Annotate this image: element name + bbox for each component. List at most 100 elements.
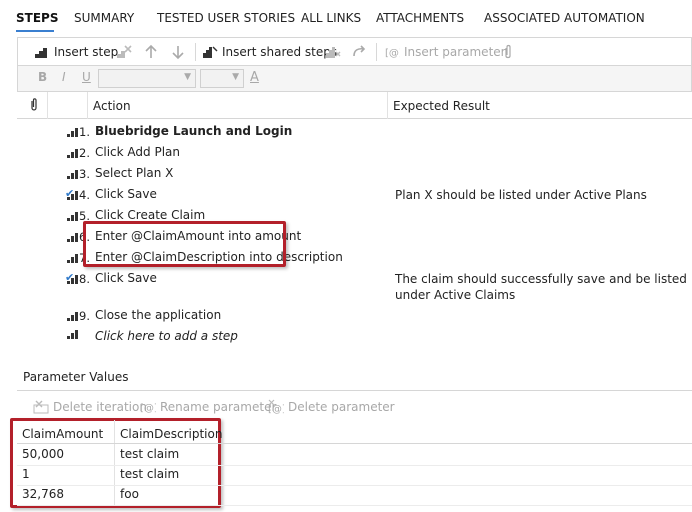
delete-iteration-button[interactable]: Delete iteration — [33, 396, 147, 418]
checkmark-icon: ✔ — [65, 186, 75, 200]
step-icon — [67, 148, 78, 158]
step-number-label: 9. — [79, 309, 90, 323]
parameter-values-title: Parameter Values — [23, 370, 129, 384]
rename-parameter-button[interactable]: [@] Rename parameter — [140, 396, 276, 418]
move-down-button[interactable] — [170, 38, 186, 65]
highlight-parameter-steps — [83, 221, 286, 267]
parameter-toolbar: Delete iteration [@] Rename parameter [@… — [17, 396, 692, 418]
step-icon — [67, 232, 78, 242]
svg-text:[@]: [@] — [268, 404, 284, 415]
insert-step-button[interactable]: Insert step — [34, 38, 118, 65]
step-checked-icon: ✔ — [65, 187, 78, 200]
step-number-label: 1. — [79, 125, 90, 139]
expected-result-column-header[interactable]: Expected Result — [393, 99, 490, 113]
italic-button[interactable]: I — [62, 70, 66, 84]
column-divider — [87, 92, 88, 119]
step-icon — [67, 330, 78, 339]
toolbar-divider — [195, 43, 196, 61]
delete-step-button[interactable] — [116, 38, 132, 65]
step-number: 1. — [67, 125, 90, 139]
add-step-prompt[interactable]: Click here to add a step — [95, 329, 238, 343]
step-row[interactable]: 3. Select Plan X — [17, 164, 692, 185]
svg-text:[@]: [@] — [140, 403, 156, 414]
step-action[interactable]: Select Plan X — [95, 166, 173, 180]
step-number-label: 2. — [79, 146, 90, 160]
paperclip-icon — [29, 98, 39, 115]
arrow-up-icon — [143, 44, 159, 60]
delete-parameter-button[interactable]: [@] Delete parameter — [268, 396, 395, 418]
parameter-column-header-claimdescription[interactable]: ClaimDescription — [120, 427, 222, 441]
attach-button[interactable] — [500, 38, 516, 65]
tab-steps[interactable]: STEPS — [16, 11, 58, 25]
rename-parameter-icon: [@] — [140, 399, 158, 415]
step-expected-result[interactable]: Plan X should be listed under Active Pla… — [395, 187, 692, 203]
tab-associated-automation[interactable]: ASSOCIATED AUTOMATION — [484, 11, 645, 25]
tab-all-links[interactable]: ALL LINKS — [301, 11, 361, 25]
active-tab-indicator — [16, 30, 54, 32]
step-number: 3. — [67, 167, 90, 181]
column-divider — [387, 92, 388, 119]
add-step-row[interactable]: Click here to add a step — [17, 326, 692, 346]
chevron-down-icon: ▼ — [232, 72, 239, 82]
parameter-value-claimamount[interactable]: 50,000 — [22, 447, 64, 461]
step-action[interactable]: Click Add Plan — [95, 145, 180, 159]
step-action[interactable]: Click Save — [95, 187, 157, 201]
step-number: ✔ 8. — [65, 271, 90, 287]
insert-step-icon — [34, 44, 50, 60]
create-shared-steps-button[interactable] — [325, 38, 341, 65]
divider — [17, 443, 692, 444]
action-column-header[interactable]: Action — [93, 99, 131, 113]
create-shared-steps-icon — [325, 44, 341, 60]
bold-button[interactable]: B — [38, 70, 47, 84]
move-up-button[interactable] — [143, 38, 159, 65]
toolbar-divider — [376, 43, 377, 61]
step-row[interactable]: ✔ 8. Click Save The claim should successful… — [17, 269, 692, 305]
step-action[interactable]: Click Create Claim — [95, 208, 205, 222]
step-row[interactable]: ✔ 4. Click Save Plan X should be listed und… — [17, 185, 692, 206]
delete-parameter-icon: [@] — [268, 399, 286, 415]
svg-text:[@]: [@] — [385, 48, 400, 59]
parameter-value-claimdescription[interactable]: test claim — [120, 447, 179, 461]
replace-shared-steps-button[interactable] — [351, 38, 367, 65]
parameter-value-claimdescription[interactable]: test claim — [120, 467, 179, 481]
steps-grid-header: Action Expected Result — [17, 92, 692, 119]
step-number — [67, 330, 78, 339]
font-family-select[interactable]: ▼ — [98, 69, 196, 88]
chevron-down-icon: ▼ — [184, 72, 191, 82]
parameter-value-claimamount[interactable]: 1 — [22, 467, 30, 481]
step-action[interactable]: Bluebridge Launch and Login — [95, 124, 292, 138]
step-row[interactable]: 9. Close the application — [17, 306, 692, 327]
step-icon — [67, 169, 78, 179]
step-checked-icon: ✔ — [65, 271, 78, 284]
step-row[interactable]: 2. Click Add Plan — [17, 143, 692, 164]
format-toolbar: B I U ▼ ▼ A — [17, 66, 692, 92]
insert-shared-steps-label: Insert shared steps — [222, 44, 338, 59]
step-expected-result[interactable]: The claim should successfully save and b… — [395, 271, 692, 303]
row-divider — [17, 485, 692, 486]
font-color-button[interactable]: A — [250, 70, 259, 85]
insert-parameter-button[interactable]: [@] Insert parameter — [384, 38, 506, 65]
font-size-select[interactable]: ▼ — [200, 69, 244, 88]
tab-attachments[interactable]: ATTACHMENTS — [376, 11, 464, 25]
parameter-value-claimdescription[interactable]: foo — [120, 487, 139, 501]
tab-tested-user-stories[interactable]: TESTED USER STORIES — [157, 11, 295, 25]
parameter-value-claimamount[interactable]: 32,768 — [22, 487, 64, 501]
step-row[interactable]: 1. Bluebridge Launch and Login — [17, 122, 692, 143]
step-number-label: 4. — [79, 188, 90, 202]
parameter-column-header-claimamount[interactable]: ClaimAmount — [22, 427, 103, 441]
tab-summary[interactable]: SUMMARY — [74, 11, 134, 25]
delete-iteration-label: Delete iteration — [53, 400, 147, 414]
delete-iteration-icon — [33, 399, 49, 415]
steps-toolbar: Insert step Insert shared steps [@] — [17, 37, 692, 66]
underline-button[interactable]: U — [82, 70, 91, 84]
shared-steps-icon — [202, 44, 218, 60]
delete-parameter-label: Delete parameter — [288, 400, 395, 414]
step-action[interactable]: Close the application — [95, 308, 221, 322]
arrow-down-icon — [170, 44, 186, 60]
insert-shared-steps-button[interactable]: Insert shared steps — [202, 38, 337, 65]
step-action[interactable]: Click Save — [95, 271, 157, 285]
step-number: 2. — [67, 146, 90, 160]
row-divider — [17, 465, 692, 466]
rename-parameter-label: Rename parameter — [160, 400, 277, 414]
insert-parameter-icon: [@] — [384, 44, 403, 60]
